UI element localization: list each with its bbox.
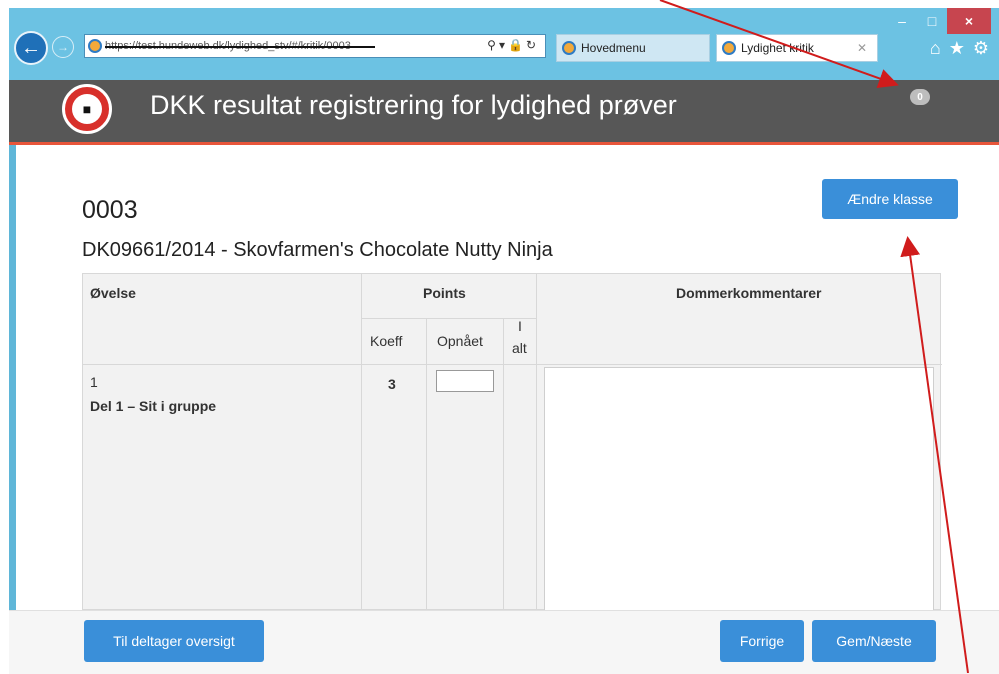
dog-icon: ■: [72, 94, 102, 124]
tab-lydighet-kritik[interactable]: Lydighet kritik ✕: [716, 34, 878, 62]
coeff-value: 3: [388, 376, 396, 392]
app-title: DKK resultat registrering for lydighed p…: [150, 90, 677, 120]
exercise-number: 1: [90, 374, 98, 390]
tab-hovedmenu[interactable]: Hovedmenu: [556, 34, 710, 62]
save-next-button[interactable]: Gem/Næste: [812, 620, 936, 662]
dkk-logo: ■: [62, 84, 112, 134]
column-divider: [426, 318, 427, 611]
column-divider: [503, 318, 504, 611]
maximize-button[interactable]: □: [917, 8, 947, 34]
dropdown-icon[interactable]: ▾: [499, 38, 508, 52]
previous-button[interactable]: Forrige: [720, 620, 804, 662]
close-tab-icon[interactable]: ✕: [857, 41, 867, 55]
notification-badge[interactable]: 0: [910, 89, 930, 105]
lock-icon: 🔒: [507, 38, 526, 52]
ie-logo-icon: [88, 39, 102, 53]
participant-number: 0003: [82, 196, 138, 224]
gear-icon[interactable]: ⚙: [973, 38, 989, 59]
change-class-button[interactable]: Ændre klasse: [822, 179, 958, 219]
header-achieved: Opnået: [437, 333, 483, 349]
dog-name: DK09661/2014 - Skovfarmen's Chocolate Nu…: [82, 239, 553, 261]
search-icon[interactable]: ⚲: [487, 38, 499, 52]
row-divider: [362, 318, 536, 319]
header-exercise: Øvelse: [90, 285, 136, 301]
address-bar[interactable]: https://test.hundeweb.dk/lydighed_stv/#/…: [84, 34, 546, 58]
tab-label: Lydighet kritik: [741, 41, 814, 55]
back-arrow-icon: ←: [21, 36, 41, 59]
exercise-name: Del 1 – Sit i gruppe: [90, 398, 217, 414]
header-comments: Dommerkommentarer: [676, 285, 822, 301]
forward-button[interactable]: →: [52, 36, 74, 58]
row-divider: [83, 364, 942, 365]
back-button[interactable]: ←: [14, 31, 48, 65]
home-icon[interactable]: ⌂: [930, 38, 941, 59]
ie-logo-icon: [562, 41, 576, 55]
header-coeff: Koeff: [370, 333, 403, 349]
participant-overview-button[interactable]: Til deltager oversigt: [84, 620, 264, 662]
header-total-line2: alt: [512, 340, 527, 356]
forward-arrow-icon: →: [57, 40, 69, 54]
minimize-button[interactable]: –: [887, 8, 917, 34]
header-total-line1: I: [518, 318, 522, 334]
refresh-icon[interactable]: ↻: [526, 38, 539, 52]
address-url: https://test.hundeweb.dk/lydighed_stv/#/…: [105, 40, 405, 52]
window-controls: – □ ×: [887, 8, 991, 34]
address-bar-icons: ⚲▾🔒↻: [487, 38, 539, 52]
ie-logo-icon: [722, 41, 736, 55]
column-divider: [536, 274, 537, 611]
tab-label: Hovedmenu: [581, 41, 646, 55]
star-icon[interactable]: ★: [949, 38, 965, 59]
header-points: Points: [423, 285, 466, 301]
column-divider: [361, 274, 362, 611]
judge-comment-textarea[interactable]: [544, 367, 934, 610]
achieved-points-input[interactable]: [436, 370, 494, 392]
browser-toolbar-icons: ⌂ ★ ⚙: [930, 38, 989, 59]
close-window-button[interactable]: ×: [947, 8, 991, 34]
